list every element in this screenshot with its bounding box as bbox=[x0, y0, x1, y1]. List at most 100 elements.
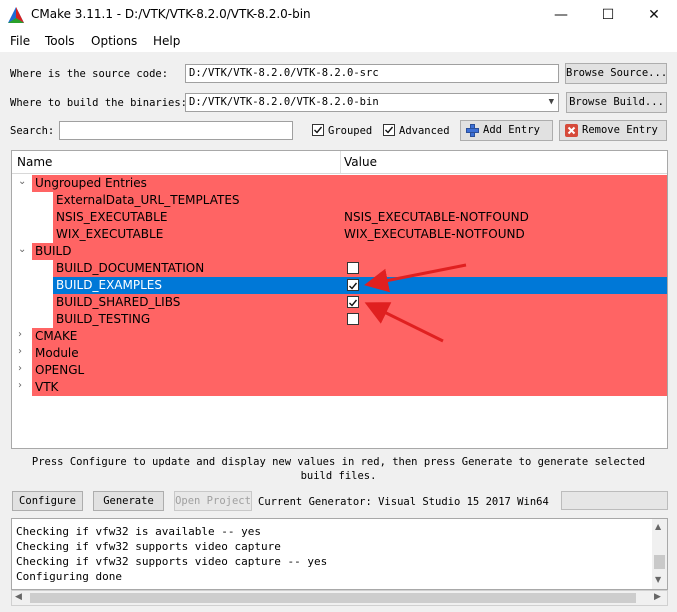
remove-entry-button[interactable]: Remove Entry bbox=[559, 120, 667, 141]
output-log[interactable]: Checking if vfw32 is available -- yes Che… bbox=[11, 518, 668, 590]
tree-row[interactable]: NSIS_EXECUTABLE NSIS_EXECUTABLE-NOTFOUND bbox=[12, 209, 667, 226]
remove-x-icon bbox=[565, 124, 578, 137]
entry-name: CMAKE bbox=[35, 329, 78, 343]
scroll-right-icon[interactable]: ▶ bbox=[654, 592, 661, 602]
column-header-name[interactable]: Name bbox=[17, 155, 52, 169]
build-label: Where to build the binaries: bbox=[10, 97, 188, 109]
scroll-up-icon[interactable]: ▲ bbox=[655, 522, 661, 531]
search-input[interactable] bbox=[59, 121, 293, 140]
advanced-checkbox[interactable] bbox=[383, 124, 395, 136]
window-title: CMake 3.11.1 - D:/VTK/VTK-8.2.0/VTK-8.2.… bbox=[31, 7, 311, 21]
scroll-down-icon[interactable]: ▼ bbox=[655, 575, 661, 584]
tree-row[interactable]: ⌄ Ungrouped Entries bbox=[12, 175, 667, 192]
column-divider[interactable] bbox=[340, 151, 341, 173]
tree-row[interactable]: BUILD_DOCUMENTATION bbox=[12, 260, 667, 277]
horizontal-scroll-thumb[interactable] bbox=[30, 593, 636, 603]
entry-value-checkbox[interactable] bbox=[347, 262, 359, 274]
output-line: Checking if vfw32 supports video capture bbox=[16, 540, 281, 553]
grouped-label[interactable]: Grouped bbox=[328, 125, 372, 137]
tree-row[interactable]: ExternalData_URL_TEMPLATES bbox=[12, 192, 667, 209]
build-path-combo[interactable]: D:/VTK/VTK-8.2.0/VTK-8.2.0-bin ▼ bbox=[185, 93, 559, 112]
tree-row[interactable]: › CMAKE bbox=[12, 328, 667, 345]
entry-value-checkbox[interactable] bbox=[347, 313, 359, 325]
checkmark-icon bbox=[349, 282, 358, 290]
entry-name: Ungrouped Entries bbox=[35, 176, 147, 190]
current-generator-label: Current Generator: Visual Studio 15 2017… bbox=[258, 496, 549, 508]
row-background bbox=[32, 328, 667, 345]
tree-row[interactable]: › Module bbox=[12, 345, 667, 362]
entry-name: BUILD_DOCUMENTATION bbox=[56, 261, 205, 275]
output-line: Configuring done bbox=[16, 570, 122, 583]
output-horizontal-scrollbar[interactable]: ◀ ▶ bbox=[11, 590, 668, 606]
menu-options[interactable]: Options bbox=[91, 34, 137, 48]
entry-name: BUILD_EXAMPLES bbox=[56, 278, 162, 292]
output-line: Checking if vfw32 supports video capture… bbox=[16, 555, 328, 568]
source-label: Where is the source code: bbox=[10, 68, 169, 80]
add-entry-button[interactable]: Add Entry bbox=[460, 120, 553, 141]
expand-chevron-down-icon[interactable]: ⌄ bbox=[18, 244, 28, 255]
tree-row[interactable]: › VTK bbox=[12, 379, 667, 396]
checkmark-icon bbox=[349, 299, 358, 307]
chevron-down-icon[interactable]: ▼ bbox=[549, 94, 554, 111]
entry-name: BUILD_TESTING bbox=[56, 312, 151, 326]
generate-button[interactable]: Generate bbox=[93, 491, 164, 511]
expand-chevron-down-icon[interactable]: ⌄ bbox=[18, 176, 28, 187]
open-project-button[interactable]: Open Project bbox=[174, 491, 252, 511]
tree-row[interactable]: BUILD_EXAMPLES bbox=[12, 277, 667, 294]
entry-name: VTK bbox=[35, 380, 59, 394]
expand-chevron-right-icon[interactable]: › bbox=[18, 346, 28, 357]
row-background bbox=[32, 379, 667, 396]
tree-row[interactable]: BUILD_SHARED_LIBS bbox=[12, 294, 667, 311]
checkmark-icon bbox=[314, 126, 323, 134]
row-background bbox=[32, 362, 667, 379]
entry-name: BUILD bbox=[35, 244, 72, 258]
row-background bbox=[32, 345, 667, 362]
source-path-field[interactable]: D:/VTK/VTK-8.2.0/VTK-8.2.0-src bbox=[185, 64, 559, 83]
plus-icon bbox=[466, 124, 479, 137]
browse-build-button[interactable]: Browse Build... bbox=[566, 92, 667, 113]
scroll-left-icon[interactable]: ◀ bbox=[15, 592, 22, 602]
tree-row[interactable]: WIX_EXECUTABLE WIX_EXECUTABLE-NOTFOUND bbox=[12, 226, 667, 243]
checkmark-icon bbox=[385, 126, 394, 134]
expand-chevron-right-icon[interactable]: › bbox=[18, 329, 28, 340]
entry-name: Module bbox=[35, 346, 79, 360]
grouped-checkbox[interactable] bbox=[312, 124, 324, 136]
entry-name: NSIS_EXECUTABLE bbox=[56, 210, 168, 224]
cache-entries-tree[interactable]: Name Value ⌄ Ungrouped Entries ExternalDat… bbox=[11, 150, 668, 449]
entry-value-checkbox[interactable] bbox=[347, 296, 359, 308]
tree-row[interactable]: BUILD_TESTING bbox=[12, 311, 667, 328]
minimize-button[interactable]: — bbox=[538, 0, 584, 30]
tree-row[interactable]: › OPENGL bbox=[12, 362, 667, 379]
entry-name: OPENGL bbox=[35, 363, 85, 377]
expand-chevron-right-icon[interactable]: › bbox=[18, 363, 28, 374]
add-entry-label: Add Entry bbox=[483, 124, 540, 136]
scroll-thumb[interactable] bbox=[654, 555, 665, 569]
configure-button[interactable]: Configure bbox=[12, 491, 83, 511]
entry-name: WIX_EXECUTABLE bbox=[56, 227, 164, 241]
search-label: Search: bbox=[10, 125, 55, 137]
output-vertical-scrollbar[interactable]: ▲ ▼ bbox=[652, 519, 667, 589]
status-message: Press Configure to update and display ne… bbox=[31, 456, 646, 482]
row-background bbox=[32, 243, 667, 260]
close-button[interactable]: ✕ bbox=[631, 0, 677, 30]
column-header-value[interactable]: Value bbox=[344, 155, 377, 169]
maximize-button[interactable]: ☐ bbox=[585, 0, 631, 30]
advanced-label[interactable]: Advanced bbox=[399, 125, 450, 137]
browse-source-button[interactable]: Browse Source... bbox=[565, 63, 667, 84]
entry-name: BUILD_SHARED_LIBS bbox=[56, 295, 181, 309]
menu-file[interactable]: File bbox=[10, 34, 30, 48]
menu-help[interactable]: Help bbox=[153, 34, 180, 48]
cmake-logo-icon bbox=[8, 7, 24, 23]
expand-chevron-right-icon[interactable]: › bbox=[18, 380, 28, 391]
tree-row[interactable]: ⌄ BUILD bbox=[12, 243, 667, 260]
progress-bar bbox=[561, 491, 668, 510]
entry-value-checkbox[interactable] bbox=[347, 279, 359, 291]
build-path-value: D:/VTK/VTK-8.2.0/VTK-8.2.0-bin bbox=[189, 96, 379, 108]
output-line: Checking if vfw32 is available -- yes bbox=[16, 525, 262, 538]
entry-value[interactable]: WIX_EXECUTABLE-NOTFOUND bbox=[344, 227, 525, 242]
remove-entry-label: Remove Entry bbox=[582, 124, 658, 136]
tree-header: Name Value bbox=[12, 151, 667, 174]
entry-value[interactable]: NSIS_EXECUTABLE-NOTFOUND bbox=[344, 210, 529, 225]
menu-tools[interactable]: Tools bbox=[45, 34, 75, 48]
entry-name: ExternalData_URL_TEMPLATES bbox=[56, 193, 240, 207]
